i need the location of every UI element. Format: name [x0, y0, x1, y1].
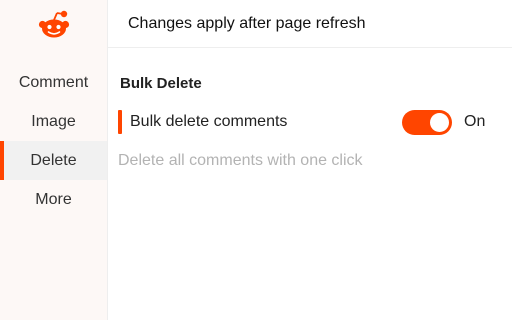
sidebar: Comment Image Delete More — [0, 0, 108, 320]
sidebar-item-more[interactable]: More — [0, 180, 107, 219]
setting-accent-bar — [118, 110, 122, 134]
sidebar-item-label: Delete — [30, 152, 77, 169]
reddit-alien-icon — [38, 10, 69, 37]
app-window: Comment Image Delete More Changes apply … — [0, 0, 512, 320]
setting-description: Delete all comments with one click — [118, 152, 363, 169]
sidebar-item-delete[interactable]: Delete — [0, 141, 107, 180]
refresh-notice: Changes apply after page refresh — [128, 14, 366, 32]
toggle-state-label: On — [464, 113, 486, 130]
logo — [0, 0, 107, 47]
section-title: Bulk Delete — [120, 75, 202, 92]
setting-label: Bulk delete comments — [130, 113, 288, 130]
sidebar-nav: Comment Image Delete More — [0, 63, 107, 219]
sidebar-item-comment[interactable]: Comment — [0, 63, 107, 102]
sidebar-item-label: More — [35, 191, 72, 208]
header: Changes apply after page refresh — [108, 0, 512, 48]
sidebar-item-image[interactable]: Image — [0, 102, 107, 141]
sidebar-item-label: Image — [31, 113, 76, 130]
sidebar-item-label: Comment — [18, 74, 89, 91]
toggle-knob — [430, 113, 449, 132]
setting-row-bulk-delete: Bulk delete comments On — [118, 109, 498, 135]
bulk-delete-toggle[interactable] — [402, 110, 452, 135]
